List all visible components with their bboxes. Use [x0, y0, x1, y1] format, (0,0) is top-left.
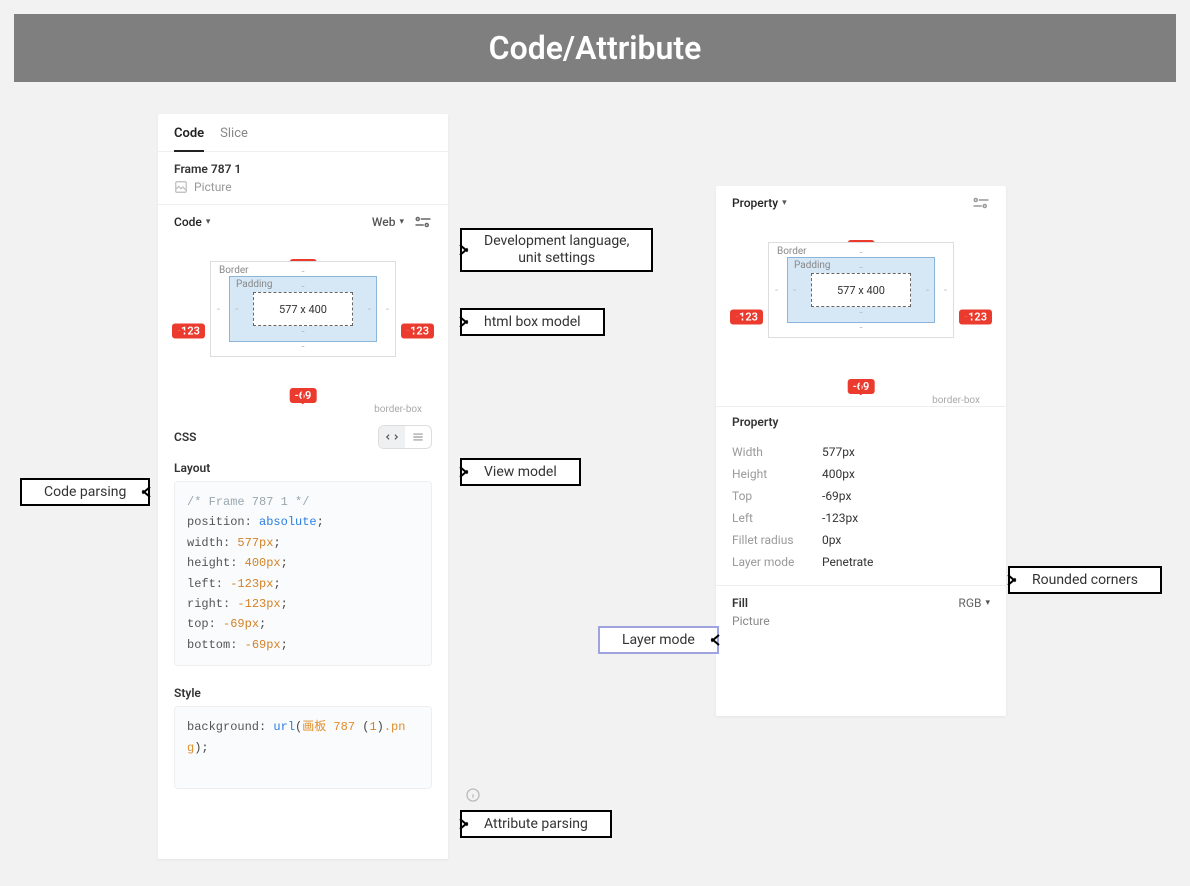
- margin-left-tag: -123: [172, 324, 205, 339]
- page-title: Code/Attribute: [489, 29, 702, 67]
- box-sizing-label: border-box: [374, 404, 422, 415]
- css-view-toggle: [378, 425, 432, 449]
- settings-icon[interactable]: [414, 213, 432, 231]
- content-size: 577 x 400: [811, 273, 911, 307]
- web-dropdown[interactable]: Web ▾: [372, 215, 404, 229]
- border-label: Border: [777, 246, 807, 257]
- chevron-down-icon: ▾: [399, 217, 404, 227]
- picture-label: Picture: [194, 180, 232, 194]
- info-icon[interactable]: [407, 766, 423, 782]
- callout-boxmodel: html box model: [460, 308, 605, 336]
- code-dropdown[interactable]: Code ▾: [174, 215, 210, 229]
- padding-label: Padding: [236, 279, 273, 290]
- fill-header: Fill RGB ▾: [716, 585, 1006, 612]
- property-bar: Property ▾: [716, 186, 1006, 220]
- border-label: Border: [219, 265, 249, 276]
- object-name: Frame 787 1: [174, 162, 432, 176]
- layout-label: Layout: [158, 453, 448, 481]
- css-style-code[interactable]: background: url(画板 787 (1).pn g);: [174, 706, 432, 789]
- callout-lang: Development language, unit settings: [460, 228, 653, 272]
- margin-bottom-tag: -69: [290, 388, 317, 403]
- property-panel: Property ▾ -69 -69 -123 -123: [716, 186, 1006, 716]
- callout-layermode: Layer mode: [598, 626, 719, 654]
- chevron-down-icon: ▾: [206, 217, 211, 227]
- prop-height: Height400px: [732, 463, 990, 485]
- margin-left-tag: -123: [730, 310, 763, 325]
- object-section: Frame 787 1 Picture: [158, 152, 448, 205]
- tabbar: Code Slice: [158, 114, 448, 152]
- style-label: Style: [158, 678, 448, 706]
- fill-label: Fill: [732, 596, 748, 610]
- callout-corners: Rounded corners: [1008, 566, 1162, 594]
- margin-right-tag: -123: [401, 324, 434, 339]
- rgb-dropdown[interactable]: RGB ▾: [958, 596, 990, 610]
- padding-label: Padding: [794, 260, 831, 271]
- content-size: 577 x 400: [253, 292, 353, 326]
- chevron-down-icon: ▾: [782, 198, 787, 208]
- picture-icon: [174, 180, 188, 194]
- margin-bottom-tag: -69: [848, 379, 875, 394]
- listview-icon[interactable]: [405, 426, 431, 448]
- prop-top: Top-69px: [732, 485, 990, 507]
- prop-radius: Fillet radius0px: [732, 529, 990, 551]
- page-banner: Code/Attribute: [14, 14, 1176, 82]
- canvas: Code Slice Frame 787 1 Picture Code ▾ We…: [0, 82, 1190, 874]
- css-layout-code[interactable]: /* Frame 787 1 */ position: absolute; wi…: [174, 481, 432, 666]
- callout-attr: Attribute parsing: [460, 810, 612, 838]
- prop-left: Left-123px: [732, 507, 990, 529]
- code-panel: Code Slice Frame 787 1 Picture Code ▾ We…: [158, 114, 448, 859]
- property-section-label: Property: [716, 407, 1006, 435]
- settings-icon[interactable]: [972, 194, 990, 212]
- chevron-down-icon: ▾: [985, 598, 990, 608]
- code-mode-bar: Code ▾ Web ▾: [158, 205, 448, 239]
- box-sizing-label: border-box: [932, 395, 980, 406]
- property-list: Width577px Height400px Top-69px Left-123…: [716, 435, 1006, 585]
- tab-slice[interactable]: Slice: [220, 114, 264, 151]
- margin-right-tag: -123: [959, 310, 992, 325]
- css-header: CSS: [158, 415, 448, 453]
- codeview-icon[interactable]: [379, 426, 405, 448]
- tab-code[interactable]: Code: [174, 114, 220, 151]
- fill-value: Picture: [716, 612, 1006, 642]
- prop-width: Width577px: [732, 441, 990, 463]
- property-dropdown[interactable]: Property ▾: [732, 196, 787, 210]
- callout-code: Code parsing: [20, 478, 150, 506]
- prop-layer-mode: Layer modePenetrate: [732, 551, 990, 573]
- callout-viewmodel: View model: [460, 458, 581, 486]
- box-model: -69 -69 -123 -123 Border - - - -: [178, 261, 428, 401]
- box-model: -69 -69 -123 -123 Border - - - -: [736, 242, 986, 392]
